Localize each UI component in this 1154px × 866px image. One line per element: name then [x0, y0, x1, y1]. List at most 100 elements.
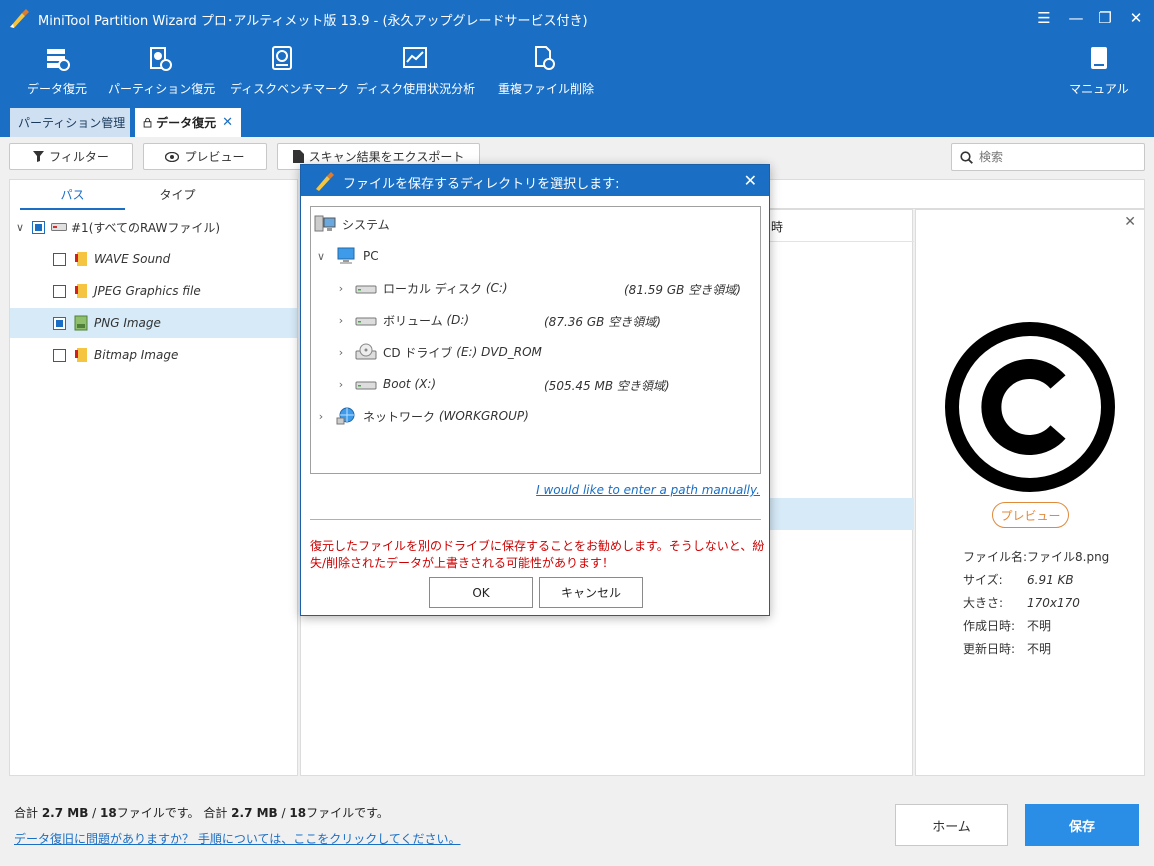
lock-icon [143, 117, 152, 128]
tab-data-recovery[interactable]: データ復元 ✕ [135, 108, 241, 137]
save-directory-dialog: ファイルを保存するディレクトリを選択します: ✕ システム ∨ PC › ローカ… [300, 164, 770, 616]
home-button[interactable]: ホーム [895, 804, 1008, 846]
prop-value: ファイル8.png [1027, 550, 1110, 564]
toolbar-label: ディスクベンチマーク [230, 82, 350, 96]
tree-node-drive-x[interactable]: › Boot (X:) [335, 373, 436, 395]
export-label: スキャン結果をエクスポート [308, 150, 465, 164]
dialog-title-bar: ファイルを保存するディレクトリを選択します: ✕ [301, 165, 769, 196]
duplicate-file-icon [535, 46, 555, 70]
toolbar-partition-recovery-button[interactable]: パーティション復元 [108, 44, 215, 104]
item-label: JPEG Graphics file [94, 284, 201, 298]
chevron-down-icon[interactable]: ∨ [315, 250, 327, 263]
status-count: 18 [289, 806, 307, 820]
chevron-right-icon[interactable]: › [335, 378, 347, 391]
folder-warning-icon [75, 252, 87, 266]
close-preview-icon[interactable]: ✕ [1124, 214, 1136, 230]
system-computer-icon [314, 215, 336, 232]
tree-node-drive-e[interactable]: › CD ドライブ (E:) DVD_ROM [335, 341, 542, 363]
filter-button[interactable]: フィルター [9, 143, 133, 170]
item-checkbox[interactable] [53, 284, 66, 298]
tree-node-system[interactable]: システム [314, 213, 390, 235]
tree-root-row[interactable]: ∨ #1(すべてのRAWファイル) [10, 212, 297, 242]
item-checkbox[interactable] [53, 316, 66, 330]
app-logo-icon [316, 172, 334, 191]
search-box[interactable] [951, 143, 1145, 171]
tree-node-drive-d[interactable]: › ボリューム (D:) [335, 309, 469, 331]
space-analyzer-icon [403, 47, 427, 68]
tab-partition-management[interactable]: パーティション管理 [10, 108, 130, 137]
minimize-icon[interactable]: — [1064, 6, 1088, 30]
partition-recovery-icon [150, 47, 172, 71]
tree-node-network[interactable]: › ネットワーク (WORKGROUP) [315, 405, 529, 427]
drive-name: ボリューム [383, 313, 443, 328]
manual-book-icon [1091, 47, 1107, 69]
toolbar-label: マニュアル [1069, 82, 1129, 96]
copyright-preview-image-icon [945, 322, 1115, 492]
restore-icon[interactable]: ❐ [1093, 6, 1117, 30]
dialog-title: ファイルを保存するディレクトリを選択します: [343, 177, 620, 192]
tree-root-label: #1(すべてのRAWファイル) [71, 220, 221, 235]
item-checkbox[interactable] [53, 252, 66, 266]
drive-free-space: (505.45 MB 空き領域) [544, 379, 670, 393]
export-file-icon [292, 150, 304, 163]
chevron-right-icon[interactable]: › [315, 410, 327, 423]
chevron-down-icon[interactable]: ∨ [16, 221, 28, 234]
prop-modified: 更新日時: 不明 [963, 640, 1051, 657]
cd-drive-icon [355, 343, 377, 360]
raw-drive-icon [51, 223, 67, 231]
drive-letter: (E:) DVD_ROM [456, 345, 542, 359]
save-button[interactable]: 保存 [1025, 804, 1139, 846]
network-globe-icon [336, 407, 355, 425]
item-label: WAVE Sound [94, 252, 171, 266]
toolbar-data-recovery-button[interactable]: データ復元 [22, 44, 92, 104]
toolbar-manual-button[interactable]: マニュアル [1068, 44, 1130, 104]
close-tab-icon[interactable]: ✕ [222, 115, 233, 130]
preview-label: プレビュー [184, 150, 245, 164]
tree-node-pc[interactable]: ∨ PC [315, 245, 379, 267]
tree-item-png[interactable]: PNG Image [10, 308, 297, 338]
chevron-right-icon[interactable]: › [335, 346, 347, 359]
prop-value: 6.91 KB [1027, 573, 1074, 587]
close-window-icon[interactable]: ✕ [1124, 6, 1148, 30]
preview-button[interactable]: プレビュー [992, 502, 1069, 528]
close-dialog-icon[interactable]: ✕ [744, 171, 757, 190]
tree-node-drive-c[interactable]: › ローカル ディスク (C:) [335, 277, 508, 299]
menu-icon[interactable]: ☰ [1032, 6, 1056, 30]
app-header: MiniTool Partition Wizard プロ･アルティメット版 13… [0, 0, 1154, 137]
prop-value: 不明 [1027, 642, 1052, 656]
cancel-button[interactable]: キャンセル [539, 577, 643, 608]
window-title: MiniTool Partition Wizard プロ･アルティメット版 13… [38, 14, 588, 29]
preview-toolbar-button[interactable]: プレビュー [143, 143, 267, 170]
root-checkbox[interactable] [32, 220, 45, 234]
node-label: ネットワーク [363, 409, 436, 424]
chevron-right-icon[interactable]: › [335, 314, 347, 327]
manual-path-link[interactable]: I would like to enter a path manually. [536, 483, 760, 497]
toolbar-disk-benchmark-button[interactable]: ディスクベンチマーク [230, 44, 350, 104]
filter-label: フィルター [49, 150, 109, 164]
drive-free-space: (87.36 GB 空き領域) [544, 315, 661, 329]
drive-free-space: (81.59 GB 空き領域) [624, 283, 741, 297]
tab-type[interactable]: タイプ [125, 186, 230, 206]
tree-item-bitmap[interactable]: Bitmap Image [10, 340, 297, 370]
prop-filename: ファイル名:ファイル8.png [963, 548, 1109, 565]
tree-item-wave[interactable]: WAVE Sound [10, 244, 297, 274]
drive-name: ローカル ディスク [383, 281, 482, 296]
status-text-part: 合計 [14, 806, 42, 820]
search-input[interactable] [979, 150, 1129, 164]
app-logo-icon [10, 9, 29, 28]
toolbar-duplicate-file-button[interactable]: 重複ファイル削除 [498, 44, 594, 104]
preview-panel: ✕ プレビュー ファイル名:ファイル8.png サイズ: 6.91 KB 大きさ:… [915, 209, 1145, 776]
help-link[interactable]: データ復旧に問題がありますか？ 手順については、ここをクリックしてください。 [14, 830, 461, 847]
tab-path[interactable]: パス [20, 186, 125, 210]
ok-button[interactable]: OK [429, 577, 533, 608]
item-checkbox[interactable] [53, 348, 66, 362]
column-header-fragment[interactable]: 時 [771, 218, 783, 235]
item-label: Bitmap Image [94, 348, 179, 362]
chevron-right-icon[interactable]: › [335, 282, 347, 295]
data-recovery-icon [47, 49, 70, 71]
tab-label: データ復元 [156, 116, 217, 130]
tree-item-jpeg[interactable]: JPEG Graphics file [10, 276, 297, 306]
item-label: PNG Image [94, 316, 161, 330]
toolbar-space-analyzer-button[interactable]: ディスク使用状況分析 [356, 44, 475, 104]
title-bar: MiniTool Partition Wizard プロ･アルティメット版 13… [0, 0, 1154, 36]
